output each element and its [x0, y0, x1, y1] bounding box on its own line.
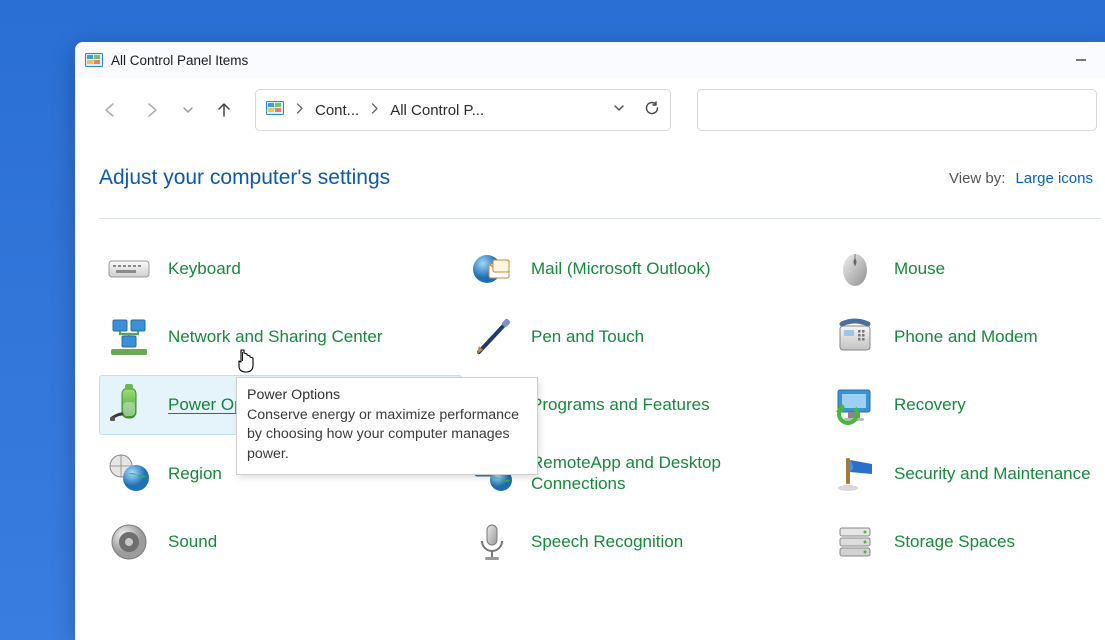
minimize-button[interactable]: [1061, 46, 1101, 74]
item-label: Pen and Touch: [531, 326, 644, 347]
keyboard-icon: [108, 248, 150, 290]
item-security[interactable]: Security and Maintenance: [825, 443, 1105, 504]
control-panel-window: All Control Panel Items Cont...: [75, 42, 1105, 640]
security-icon: [834, 452, 876, 494]
item-label: Phone and Modem: [894, 326, 1038, 347]
recovery-icon: [834, 384, 876, 426]
breadcrumb-item[interactable]: All Control P...: [390, 102, 484, 119]
item-label: Security and Maintenance: [894, 463, 1091, 484]
item-keyboard[interactable]: Keyboard: [99, 239, 462, 299]
item-label: Recovery: [894, 394, 966, 415]
item-speech[interactable]: Speech Recognition: [462, 512, 825, 572]
tooltip: Power Options Conserve energy or maximiz…: [236, 377, 538, 475]
item-label: Mouse: [894, 258, 945, 279]
item-recovery[interactable]: Recovery: [825, 375, 1105, 435]
network-icon: [108, 316, 150, 358]
refresh-button[interactable]: [644, 100, 660, 121]
titlebar: All Control Panel Items: [75, 42, 1105, 78]
breadcrumb-separator-icon[interactable]: [371, 103, 378, 117]
breadcrumb-item[interactable]: Cont...: [315, 102, 359, 119]
item-network[interactable]: Network and Sharing Center: [99, 307, 462, 367]
tooltip-title: Power Options: [247, 386, 527, 406]
item-mail[interactable]: Mail (Microsoft Outlook): [462, 239, 825, 299]
control-panel-icon: [266, 101, 284, 120]
nav-row: Cont... All Control P...: [75, 78, 1105, 142]
mouse-icon: [834, 248, 876, 290]
item-label: RemoteApp and Desktop Connections: [531, 452, 814, 495]
view-by-label: View by:: [949, 170, 1005, 187]
item-label: Speech Recognition: [531, 531, 683, 552]
content-area: Adjust your computer's settings View by:…: [75, 142, 1105, 640]
item-label: Programs and Features: [531, 394, 710, 415]
view-by-control[interactable]: View by: Large icons: [949, 170, 1093, 187]
item-label: Sound: [168, 531, 217, 552]
window-title: All Control Panel Items: [111, 53, 248, 68]
power-icon: [108, 384, 150, 426]
back-button[interactable]: [93, 93, 127, 127]
tooltip-body: Conserve energy or maximize performance …: [247, 406, 527, 465]
item-label: Keyboard: [168, 258, 241, 279]
item-phone[interactable]: Phone and Modem: [825, 307, 1105, 367]
item-pen[interactable]: Pen and Touch: [462, 307, 825, 367]
item-label: Region: [168, 463, 222, 484]
phone-icon: [834, 316, 876, 358]
forward-button[interactable]: [135, 93, 169, 127]
mail-icon: [471, 248, 513, 290]
item-label: Mail (Microsoft Outlook): [531, 258, 710, 279]
address-bar[interactable]: Cont... All Control P...: [255, 89, 671, 131]
sound-icon: [108, 521, 150, 563]
breadcrumb-dropdown-icon[interactable]: [612, 101, 626, 120]
search-input[interactable]: [697, 89, 1097, 131]
item-mouse[interactable]: Mouse: [825, 239, 1105, 299]
view-by-value[interactable]: Large icons: [1015, 170, 1093, 187]
region-icon: [108, 452, 150, 494]
item-storage[interactable]: Storage Spaces: [825, 512, 1105, 572]
page-heading: Adjust your computer's settings: [99, 166, 390, 190]
speech-icon: [471, 521, 513, 563]
up-button[interactable]: [207, 93, 241, 127]
storage-icon: [834, 521, 876, 563]
divider: [99, 218, 1101, 219]
history-dropdown[interactable]: [177, 93, 199, 127]
pen-icon: [471, 316, 513, 358]
breadcrumb-separator-icon[interactable]: [296, 103, 303, 117]
item-sound[interactable]: Sound: [99, 512, 462, 572]
control-panel-icon: [85, 51, 103, 69]
window-controls: [1061, 46, 1105, 74]
item-label: Network and Sharing Center: [168, 326, 383, 347]
item-label: Storage Spaces: [894, 531, 1015, 552]
